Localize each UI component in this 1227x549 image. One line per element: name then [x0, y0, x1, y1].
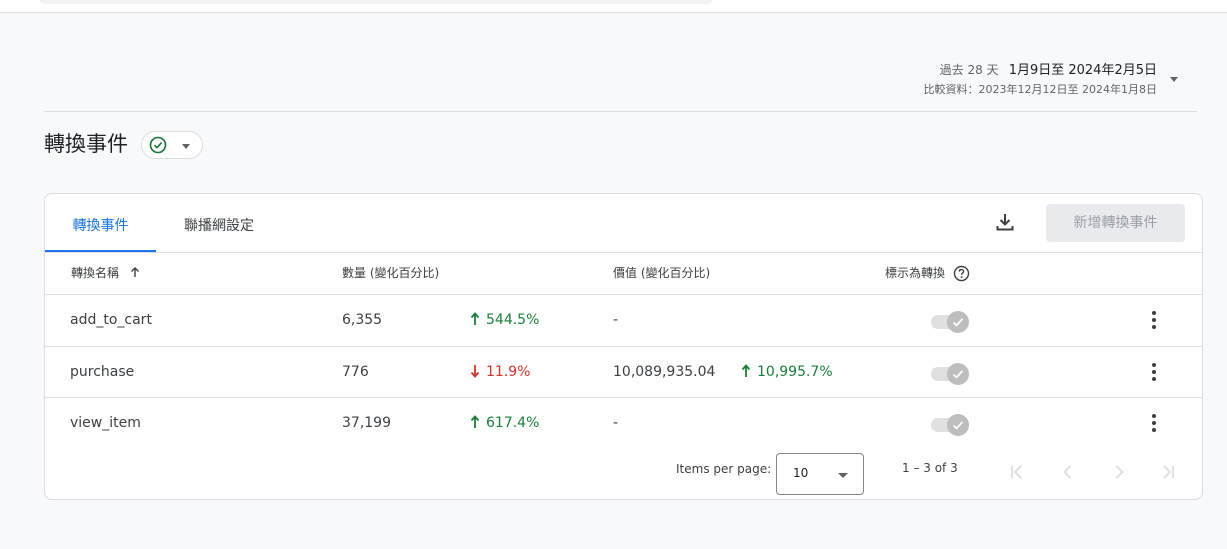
items-per-page-select[interactable]: 10 [776, 453, 864, 495]
event-name: add_to_cart [70, 312, 152, 328]
toggle-thumb [947, 363, 969, 385]
tabs-divider [45, 252, 1202, 253]
previous-page-icon[interactable] [1059, 463, 1077, 481]
check-icon [952, 318, 964, 327]
more-vert-icon[interactable] [1142, 308, 1166, 332]
conversion-events-card: 轉換事件 聯播網設定 新增轉換事件 轉換名稱 數量 (變化百分比) 價值 (變化… [44, 193, 1203, 500]
date-range-selector[interactable]: 過去 28 天 1月9日至 2024年2月5日 比較資料：2023年12月12日… [924, 60, 1157, 99]
first-page-icon[interactable] [1008, 463, 1026, 481]
header-divider [44, 111, 1197, 112]
column-header-count: 數量 (變化百分比) [342, 266, 440, 280]
new-conversion-event-button[interactable]: 新增轉換事件 [1046, 204, 1185, 242]
items-per-page-value: 10 [793, 466, 809, 480]
next-page-icon[interactable] [1110, 463, 1128, 481]
count-change-value: 544.5% [486, 312, 540, 328]
arrow-up-icon [470, 415, 480, 428]
value-change: 10,995.7% [741, 347, 833, 398]
conversion-status-dropdown[interactable] [141, 131, 203, 159]
event-value: - [613, 312, 619, 328]
last-page-icon[interactable] [1159, 463, 1177, 481]
items-per-page-label: Items per page: [676, 462, 772, 476]
mark-as-conversion-toggle[interactable] [931, 412, 971, 436]
check-icon [952, 370, 964, 379]
date-range-prefix: 過去 28 天 [939, 63, 999, 77]
check-circle-icon [149, 136, 167, 154]
tab-label: 聯播網設定 [184, 218, 254, 234]
event-count: 6,355 [342, 312, 383, 328]
event-value: - [613, 415, 619, 431]
column-header-value: 價值 (變化百分比) [613, 266, 711, 280]
more-vert-icon[interactable] [1142, 360, 1166, 384]
event-value: 10,089,935.04 [613, 364, 716, 380]
event-name: purchase [70, 364, 135, 380]
search-bar[interactable] [40, 0, 712, 4]
tab-network-settings[interactable]: 聯播網設定 [171, 194, 267, 252]
check-icon [952, 421, 964, 430]
column-header-name[interactable]: 轉換名稱 [71, 264, 141, 282]
arrow-up-icon [470, 312, 480, 325]
count-change: 544.5% [470, 295, 539, 346]
count-change: 11.9% [470, 347, 530, 398]
tab-conversion-events[interactable]: 轉換事件 [45, 194, 156, 252]
toggle-thumb [947, 311, 969, 333]
download-icon[interactable] [993, 210, 1017, 234]
date-range-dropdown-icon[interactable] [1170, 77, 1178, 82]
toggle-thumb [947, 414, 969, 436]
value-change-value: 10,995.7% [757, 364, 833, 380]
chevron-down-icon [838, 473, 848, 478]
help-icon[interactable] [953, 265, 970, 282]
compare-range-text: 比較資料：2023年12月12日至 2024年1月8日 [923, 83, 1157, 96]
column-header-name-label: 轉換名稱 [71, 266, 120, 280]
tab-label: 轉換事件 [72, 218, 129, 234]
count-change-value: 617.4% [486, 415, 540, 431]
mark-as-conversion-toggle[interactable] [931, 361, 971, 385]
table-row: add_to_cart 6,355 544.5% - [45, 295, 1202, 346]
more-vert-icon[interactable] [1142, 411, 1166, 435]
pagination-range: 1 – 3 of 3 [902, 461, 958, 475]
mark-as-conversion-toggle[interactable] [931, 309, 971, 333]
count-change: 617.4% [470, 398, 539, 449]
arrow-up-icon [741, 364, 751, 377]
event-count: 776 [342, 364, 369, 380]
top-bar [0, 0, 1227, 13]
event-count: 37,199 [342, 415, 391, 431]
count-change-value: 11.9% [486, 364, 531, 380]
column-header-mark: 標示為轉換 [885, 266, 946, 280]
table-row: purchase 776 11.9% 10,089,935.04 10,995.… [45, 347, 1202, 398]
chevron-down-icon [182, 144, 190, 149]
table-row: view_item 37,199 617.4% - [45, 398, 1202, 449]
event-name: view_item [70, 415, 141, 431]
arrow-down-icon [470, 365, 480, 378]
sort-ascending-icon[interactable] [129, 266, 141, 278]
page-title: 轉換事件 [44, 132, 128, 156]
date-range-text: 1月9日至 2024年2月5日 [1008, 63, 1157, 78]
